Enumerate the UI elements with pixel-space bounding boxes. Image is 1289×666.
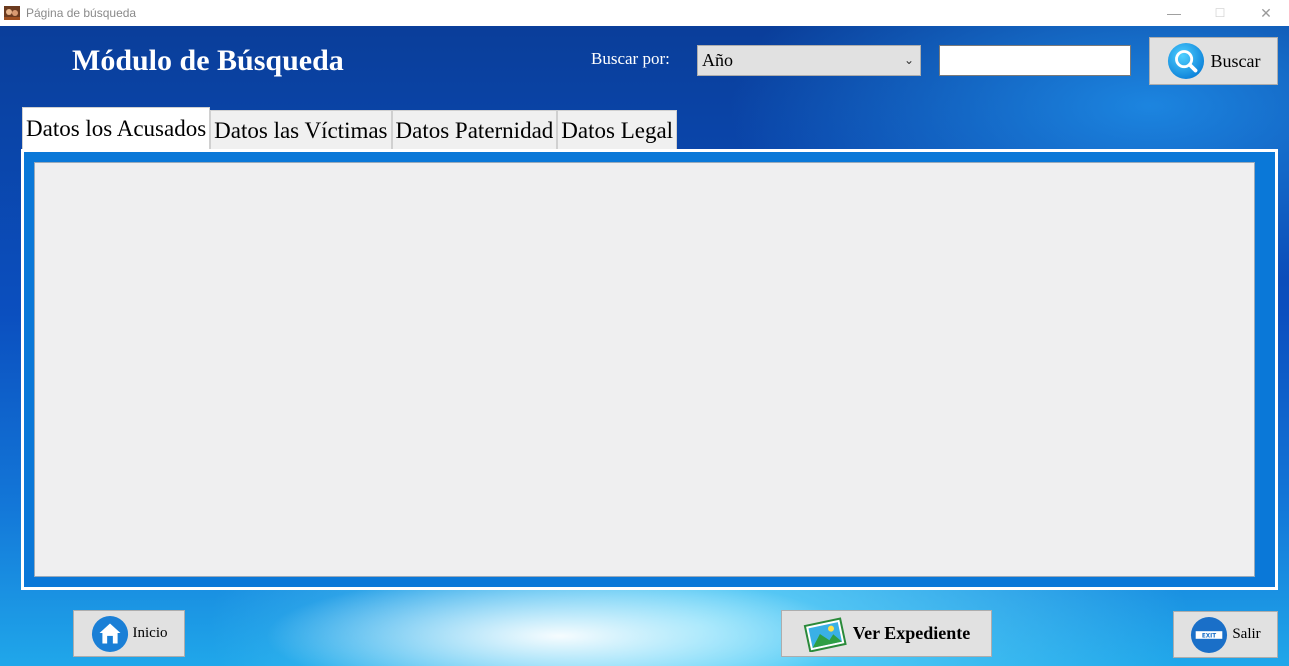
tab-legal[interactable]: Datos Legal — [557, 110, 678, 150]
search-by-label: Buscar por: — [591, 49, 670, 68]
image-icon — [803, 616, 847, 652]
tab-victimas[interactable]: Datos las Víctimas — [210, 110, 392, 150]
search-by-select[interactable]: Año ⌄ — [697, 45, 921, 76]
home-icon — [91, 615, 128, 652]
window-title: Página de búsqueda — [26, 6, 137, 20]
tab-strip: Datos los Acusados Datos las Víctimas Da… — [22, 107, 678, 150]
maximize-button[interactable]: ☐ — [1197, 0, 1243, 26]
exit-button[interactable]: EXIT Salir — [1173, 611, 1278, 658]
tab-paternidad[interactable]: Datos Paternidad — [391, 110, 558, 150]
page-title: Módulo de Búsqueda — [72, 44, 344, 77]
exit-button-label: Salir — [1232, 626, 1261, 642]
tab-acusados[interactable]: Datos los Acusados — [22, 107, 211, 150]
view-record-button-label: Ver Expediente — [852, 623, 971, 643]
close-button[interactable]: ✕ — [1243, 0, 1289, 26]
exit-icon: EXIT — [1191, 616, 1228, 653]
main-area: Módulo de Búsqueda Buscar por: Año ⌄ Bus… — [0, 26, 1289, 666]
search-icon — [1167, 42, 1204, 80]
search-button-label: Buscar — [1210, 50, 1261, 71]
tab-panel — [21, 149, 1278, 590]
title-bar: Página de búsqueda — ☐ ✕ — [0, 0, 1289, 26]
home-button[interactable]: Inicio — [73, 610, 185, 657]
view-record-button[interactable]: Ver Expediente — [781, 610, 992, 657]
search-input[interactable] — [939, 45, 1131, 76]
results-grid[interactable] — [34, 162, 1255, 577]
chevron-down-icon: ⌄ — [903, 53, 914, 67]
window-controls: — ☐ ✕ — [1151, 0, 1289, 26]
search-by-selected-value: Año — [702, 50, 733, 70]
minimize-button[interactable]: — — [1151, 0, 1197, 26]
search-button[interactable]: Buscar — [1149, 37, 1278, 85]
app-icon — [4, 6, 20, 20]
home-button-label: Inicio — [132, 625, 168, 641]
exit-sign-text: EXIT — [1202, 633, 1216, 639]
